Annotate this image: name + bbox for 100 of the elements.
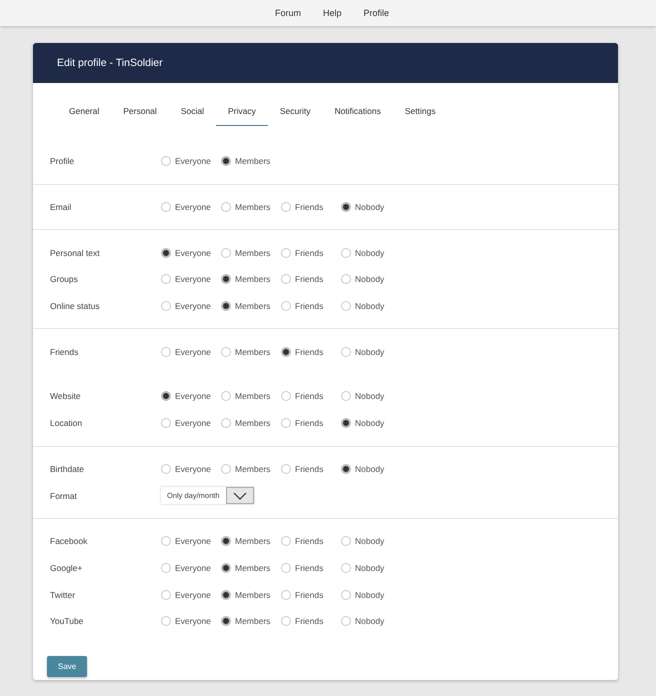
radio-button[interactable] bbox=[221, 590, 231, 600]
radio-option[interactable]: Nobody bbox=[341, 346, 401, 357]
radio-button[interactable] bbox=[281, 274, 291, 284]
radio-option[interactable]: Members bbox=[221, 616, 281, 626]
radio-option[interactable]: Nobody bbox=[341, 562, 401, 573]
radio-option[interactable]: Members bbox=[221, 248, 281, 258]
radio-option[interactable]: Nobody bbox=[341, 418, 401, 428]
radio-button[interactable] bbox=[341, 346, 351, 357]
radio-button[interactable] bbox=[281, 202, 291, 212]
radio-button[interactable] bbox=[221, 562, 231, 573]
radio-button[interactable] bbox=[281, 346, 291, 357]
radio-option[interactable]: Nobody bbox=[341, 274, 401, 284]
radio-option[interactable]: Everyone bbox=[161, 274, 221, 284]
radio-option[interactable]: Everyone bbox=[161, 418, 221, 428]
radio-option[interactable]: Nobody bbox=[341, 464, 401, 474]
radio-button[interactable] bbox=[341, 202, 351, 212]
radio-button[interactable] bbox=[281, 301, 291, 312]
radio-option[interactable]: Members bbox=[221, 156, 281, 166]
nav-link[interactable]: Profile bbox=[364, 8, 390, 18]
radio-button[interactable] bbox=[221, 202, 231, 212]
radio-button[interactable] bbox=[281, 590, 291, 600]
radio-button[interactable] bbox=[221, 464, 231, 474]
radio-option[interactable]: Nobody bbox=[341, 391, 401, 402]
radio-option[interactable]: Members bbox=[221, 391, 281, 402]
radio-option[interactable]: Everyone bbox=[161, 590, 221, 600]
radio-button[interactable] bbox=[221, 616, 231, 626]
tab[interactable]: Security bbox=[268, 95, 323, 126]
radio-option[interactable]: Members bbox=[221, 274, 281, 284]
radio-button[interactable] bbox=[281, 418, 291, 428]
radio-option[interactable]: Everyone bbox=[161, 202, 221, 212]
radio-option[interactable]: Friends bbox=[281, 418, 341, 428]
radio-option[interactable]: Members bbox=[221, 202, 281, 212]
radio-option[interactable]: Nobody bbox=[341, 590, 401, 600]
nav-link[interactable]: Help bbox=[322, 8, 342, 18]
radio-button[interactable] bbox=[281, 562, 291, 573]
radio-option[interactable]: Friends bbox=[281, 536, 341, 546]
radio-button[interactable] bbox=[221, 156, 231, 166]
radio-option[interactable]: Members bbox=[221, 346, 281, 357]
radio-button[interactable] bbox=[221, 248, 231, 258]
radio-button[interactable] bbox=[221, 418, 231, 428]
radio-button[interactable] bbox=[341, 536, 351, 546]
radio-button[interactable] bbox=[281, 536, 291, 546]
radio-button[interactable] bbox=[161, 391, 171, 402]
radio-option[interactable]: Nobody bbox=[341, 248, 401, 258]
radio-button[interactable] bbox=[161, 156, 171, 166]
radio-button[interactable] bbox=[161, 248, 171, 258]
radio-button[interactable] bbox=[281, 391, 291, 402]
radio-button[interactable] bbox=[161, 536, 171, 546]
radio-button[interactable] bbox=[341, 248, 351, 258]
tab[interactable]: Social bbox=[168, 95, 216, 126]
radio-button[interactable] bbox=[341, 562, 351, 573]
radio-button[interactable] bbox=[161, 202, 171, 212]
radio-option[interactable]: Friends bbox=[281, 202, 341, 212]
radio-option[interactable]: Everyone bbox=[161, 464, 221, 474]
tab[interactable]: Personal bbox=[111, 95, 169, 126]
save-button[interactable]: Save bbox=[47, 656, 88, 677]
radio-option[interactable]: Friends bbox=[281, 301, 341, 312]
radio-option[interactable]: Everyone bbox=[161, 156, 221, 166]
radio-option[interactable]: Nobody bbox=[341, 301, 401, 312]
radio-option[interactable]: Friends bbox=[281, 274, 341, 284]
radio-button[interactable] bbox=[161, 464, 171, 474]
radio-button[interactable] bbox=[341, 391, 351, 402]
radio-option[interactable]: Everyone bbox=[161, 536, 221, 546]
radio-option[interactable]: Everyone bbox=[161, 248, 221, 258]
radio-button[interactable] bbox=[161, 301, 171, 312]
radio-option[interactable]: Friends bbox=[281, 616, 341, 626]
nav-link[interactable]: Forum bbox=[274, 8, 301, 18]
radio-option[interactable]: Nobody bbox=[341, 202, 401, 212]
radio-option[interactable]: Friends bbox=[281, 248, 341, 258]
radio-button[interactable] bbox=[221, 301, 231, 312]
radio-option[interactable]: Friends bbox=[281, 346, 341, 357]
radio-option[interactable]: Members bbox=[221, 536, 281, 546]
radio-button[interactable] bbox=[281, 616, 291, 626]
radio-option[interactable]: Nobody bbox=[341, 616, 401, 626]
tab[interactable]: Notifications bbox=[322, 95, 393, 126]
radio-option[interactable]: Friends bbox=[281, 464, 341, 474]
radio-button[interactable] bbox=[161, 418, 171, 428]
radio-button[interactable] bbox=[221, 391, 231, 402]
radio-option[interactable]: Friends bbox=[281, 590, 341, 600]
radio-button[interactable] bbox=[221, 536, 231, 546]
radio-button[interactable] bbox=[341, 418, 351, 428]
radio-button[interactable] bbox=[281, 248, 291, 258]
radio-button[interactable] bbox=[341, 616, 351, 626]
tab[interactable]: General bbox=[57, 95, 112, 126]
radio-button[interactable] bbox=[161, 590, 171, 600]
radio-button[interactable] bbox=[281, 464, 291, 474]
radio-option[interactable]: Everyone bbox=[161, 616, 221, 626]
radio-option[interactable]: Everyone bbox=[161, 346, 221, 357]
radio-button[interactable] bbox=[341, 464, 351, 474]
radio-option[interactable]: Members bbox=[221, 301, 281, 312]
radio-option[interactable]: Members bbox=[221, 418, 281, 428]
radio-option[interactable]: Everyone bbox=[161, 301, 221, 312]
radio-option[interactable]: Friends bbox=[281, 562, 341, 573]
radio-button[interactable] bbox=[161, 346, 171, 357]
radio-option[interactable]: Everyone bbox=[161, 562, 221, 573]
radio-button[interactable] bbox=[221, 274, 231, 284]
radio-option[interactable]: Friends bbox=[281, 391, 341, 402]
radio-button[interactable] bbox=[161, 616, 171, 626]
radio-button[interactable] bbox=[341, 301, 351, 312]
tab[interactable]: Settings bbox=[392, 95, 448, 126]
